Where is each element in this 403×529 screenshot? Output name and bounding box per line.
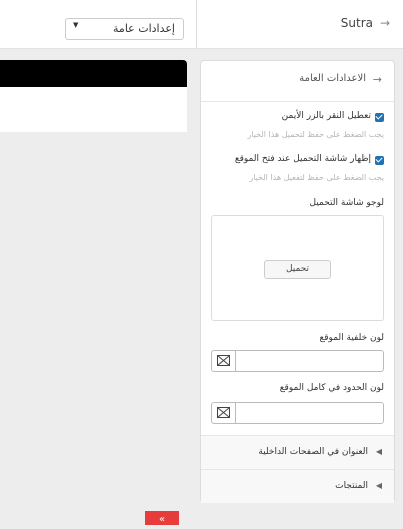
color-swatch[interactable] [212,351,236,371]
preview-dark-bar [0,60,187,87]
section-label: العنوان في الصفحات الداخلية [258,447,368,457]
arrow-right-icon[interactable]: → [380,16,390,30]
section-products[interactable]: ◀ المنتجات [201,469,394,503]
border-color-input[interactable] [211,402,384,424]
bg-color-input[interactable] [211,350,384,372]
section-label: المنتجات [335,481,368,491]
option-label: تعطيل النقر بالزر الأيمن [281,111,371,121]
collapse-button[interactable]: « [145,511,179,525]
panel-header[interactable]: → الاعدادات العامة [201,61,394,102]
preview-content [0,87,187,132]
chevron-left-icon: ◀ [375,447,382,456]
section-inner-page-title[interactable]: ◀ العنوان في الصفحات الداخلية [201,435,394,470]
site-title: Sutra [340,16,373,30]
panel-title: الاعدادات العامة [299,73,366,84]
empty-color-icon [217,407,230,418]
logo-label: لوجو شاشة التحميل [309,198,384,208]
customizer-header: → Sutra [196,0,403,49]
option-hint: يجب الضغط على حفظ لتحميل هذا الخيار [247,130,384,139]
logo-upload-area: تحميل [211,215,384,321]
empty-color-icon [217,355,230,366]
checkbox-checked-icon[interactable] [375,156,384,165]
upload-button[interactable]: تحميل [264,260,331,279]
preview-toolbar: ▼ إعدادات عامة [0,0,196,49]
checkbox-checked-icon[interactable] [375,113,384,122]
dropdown-caret-icon: ▼ [73,21,79,29]
bg-color-label: لون خلفية الموقع [319,333,384,343]
option-label: إظهار شاشة التحميل عند فتح الموقع [234,154,371,164]
color-swatch[interactable] [212,403,236,423]
settings-select-value: إعدادات عامة [113,22,175,35]
settings-select[interactable]: ▼ إعدادات عامة [65,18,184,40]
arrow-right-icon[interactable]: → [373,73,382,86]
option-hint: يجب الضغط على حفظ لتفعيل هذا الخيار [249,173,384,182]
settings-panel: → الاعدادات العامة تعطيل النقر بالزر الأ… [200,60,395,503]
chevron-left-icon: ◀ [375,481,382,490]
border-color-label: لون الحدود في كامل الموقع [279,383,384,393]
